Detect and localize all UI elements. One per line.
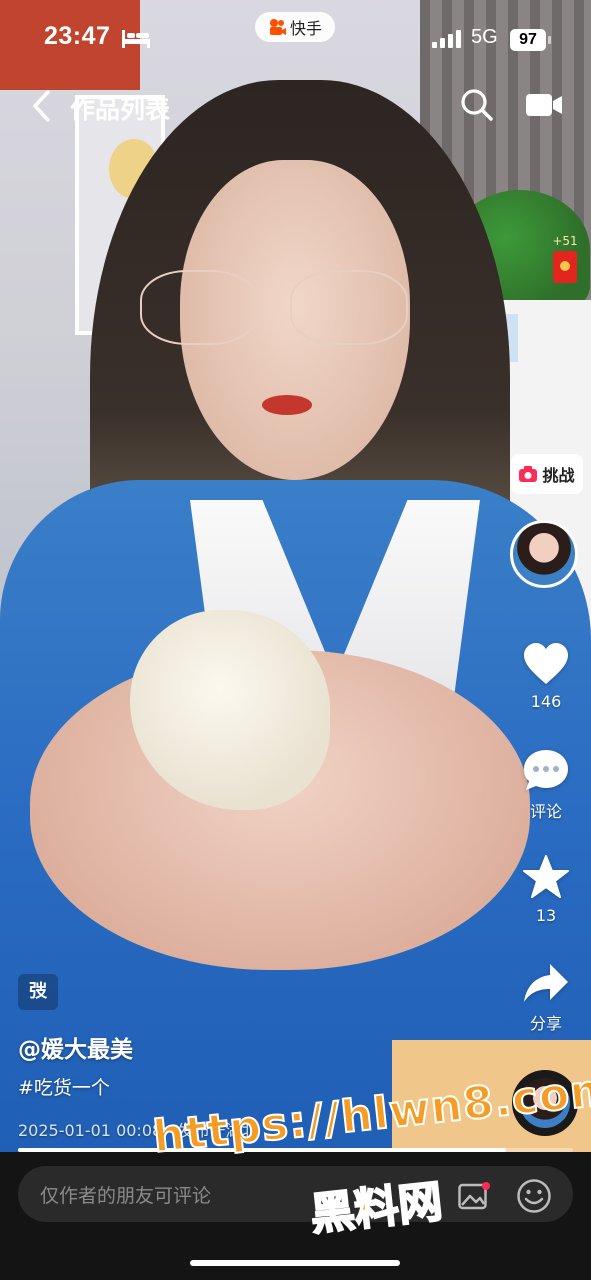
challenge-label: 挑战: [542, 466, 575, 485]
comment-button[interactable]: 评论: [510, 748, 582, 822]
comment-bubble-icon: [524, 750, 568, 790]
video-frame[interactable]: [0, 0, 591, 1152]
favorite-button[interactable]: 13: [510, 854, 582, 925]
author-avatar[interactable]: [510, 520, 578, 588]
comment-input-placeholder: 仅作者的朋友可评论: [40, 1184, 212, 1207]
star-icon: [523, 855, 569, 898]
bed-icon: [122, 30, 150, 48]
post-tag-badge: 弢: [18, 974, 58, 1010]
status-bar: 23:47 快手 5G 97: [0, 0, 591, 80]
home-indicator: [190, 1260, 400, 1266]
video-camera-icon[interactable]: [526, 92, 562, 118]
app-pill-label: 快手: [289, 19, 322, 38]
post-hashtag[interactable]: #吃货一个: [18, 1073, 110, 1100]
bottom-bar: 仅作者的朋友可评论: [0, 1152, 591, 1280]
author-name[interactable]: @媛大最美: [18, 1030, 133, 1064]
favorite-count: 13: [535, 906, 557, 925]
search-icon[interactable]: [460, 88, 494, 122]
person-glasses: [140, 270, 410, 350]
share-label: 分享: [529, 1014, 562, 1033]
share-button[interactable]: 分享: [510, 962, 582, 1034]
like-button[interactable]: 146: [510, 642, 582, 711]
emoji-icon[interactable]: [516, 1178, 552, 1214]
person-mouth: [262, 395, 312, 415]
status-time: 23:47: [44, 22, 111, 50]
comment-label: 评论: [529, 802, 562, 821]
red-packet-icon: [553, 251, 577, 283]
network-type: 5G: [471, 26, 498, 48]
top-nav: 作品列表: [0, 80, 591, 132]
like-count: 146: [530, 692, 562, 711]
watermark-name: 黑料网: [307, 1175, 446, 1242]
heart-icon: [524, 643, 568, 684]
share-arrow-icon: [524, 964, 568, 1002]
image-icon[interactable]: [458, 1182, 490, 1210]
challenge-button[interactable]: 挑战: [511, 454, 583, 494]
kuaishou-logo-icon: [269, 19, 286, 35]
signal-icon: [432, 30, 461, 48]
camera-icon: [519, 466, 538, 482]
red-packet-count: +51: [552, 234, 578, 248]
app-pill[interactable]: 快手: [255, 12, 335, 42]
back-arrow-icon[interactable]: [30, 88, 54, 124]
battery-level: 97: [510, 29, 551, 51]
red-packet-widget[interactable]: +51: [548, 234, 582, 294]
page-title: 作品列表: [70, 95, 171, 124]
